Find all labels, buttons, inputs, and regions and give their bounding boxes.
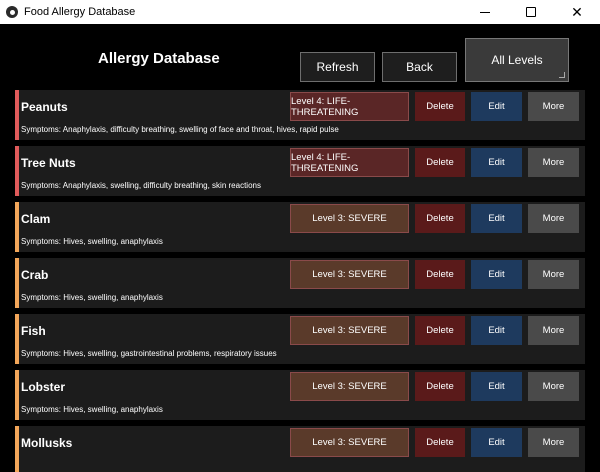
- refresh-button[interactable]: Refresh: [300, 52, 375, 82]
- edit-button[interactable]: Edit: [471, 428, 522, 457]
- allergy-row: Clam Symptoms: Hives, swelling, anaphyla…: [15, 202, 585, 252]
- allergy-name: Clam: [21, 212, 51, 226]
- level-filter-button[interactable]: All Levels: [465, 38, 569, 82]
- resize-grip-icon: [559, 72, 565, 78]
- more-button[interactable]: More: [528, 92, 579, 121]
- delete-button[interactable]: Delete: [415, 260, 465, 289]
- edit-button[interactable]: Edit: [471, 204, 522, 233]
- edit-button[interactable]: Edit: [471, 92, 522, 121]
- allergy-name: Lobster: [21, 380, 66, 394]
- severity-indicator: [15, 426, 19, 472]
- severity-indicator: [15, 370, 19, 420]
- maximize-icon: [526, 7, 536, 17]
- severity-level-button[interactable]: Level 4: LIFE-THREATENING: [290, 148, 409, 177]
- more-button[interactable]: More: [528, 148, 579, 177]
- more-button[interactable]: More: [528, 428, 579, 457]
- allergy-name: Tree Nuts: [21, 156, 76, 170]
- allergy-name: Peanuts: [21, 100, 68, 114]
- minimize-icon: [480, 11, 490, 13]
- more-button[interactable]: More: [528, 372, 579, 401]
- allergy-row: Peanuts Symptoms: Anaphylaxis, difficult…: [15, 90, 585, 140]
- severity-indicator: [15, 146, 19, 196]
- minimize-button[interactable]: [462, 0, 508, 24]
- edit-button[interactable]: Edit: [471, 372, 522, 401]
- severity-level-button[interactable]: Level 3: SEVERE: [290, 204, 409, 233]
- level-filter-label: All Levels: [491, 53, 543, 67]
- back-button[interactable]: Back: [382, 52, 457, 82]
- severity-indicator: [15, 90, 19, 140]
- app-icon: [6, 6, 18, 18]
- more-button[interactable]: More: [528, 260, 579, 289]
- severity-indicator: [15, 202, 19, 252]
- allergy-row: Tree Nuts Symptoms: Anaphylaxis, swellin…: [15, 146, 585, 196]
- close-icon: ✕: [571, 4, 583, 20]
- severity-indicator: [15, 314, 19, 364]
- allergy-symptoms: Symptoms: Anaphylaxis, swelling, difficu…: [21, 181, 261, 190]
- severity-level-button[interactable]: Level 4: LIFE-THREATENING: [290, 92, 409, 121]
- allergy-name: Fish: [21, 324, 46, 338]
- delete-button[interactable]: Delete: [415, 204, 465, 233]
- delete-button[interactable]: Delete: [415, 148, 465, 177]
- window-controls: ✕: [462, 0, 600, 24]
- allergy-list[interactable]: Peanuts Symptoms: Anaphylaxis, difficult…: [15, 90, 585, 472]
- allergy-row: Mollusks Level 3: SEVERE Delete Edit Mor…: [15, 426, 585, 472]
- allergy-symptoms: Symptoms: Anaphylaxis, difficulty breath…: [21, 125, 339, 134]
- more-button[interactable]: More: [528, 204, 579, 233]
- delete-button[interactable]: Delete: [415, 316, 465, 345]
- close-button[interactable]: ✕: [554, 0, 600, 24]
- edit-button[interactable]: Edit: [471, 148, 522, 177]
- severity-level-button[interactable]: Level 3: SEVERE: [290, 428, 409, 457]
- allergy-name: Crab: [21, 268, 49, 282]
- title-bar[interactable]: Food Allergy Database ✕: [0, 0, 600, 24]
- delete-button[interactable]: Delete: [415, 92, 465, 121]
- allergy-symptoms: Symptoms: Hives, swelling, anaphylaxis: [21, 237, 163, 246]
- app-window: Food Allergy Database ✕ Allergy Database…: [0, 0, 600, 472]
- maximize-button[interactable]: [508, 0, 554, 24]
- allergy-symptoms: Symptoms: Hives, swelling, anaphylaxis: [21, 293, 163, 302]
- severity-level-button[interactable]: Level 3: SEVERE: [290, 372, 409, 401]
- window-title: Food Allergy Database: [24, 6, 136, 18]
- allergy-row: Lobster Symptoms: Hives, swelling, anaph…: [15, 370, 585, 420]
- allergy-symptoms: Symptoms: Hives, swelling, anaphylaxis: [21, 405, 163, 414]
- allergy-row: Crab Symptoms: Hives, swelling, anaphyla…: [15, 258, 585, 308]
- edit-button[interactable]: Edit: [471, 316, 522, 345]
- delete-button[interactable]: Delete: [415, 372, 465, 401]
- allergy-symptoms: Symptoms: Hives, swelling, gastrointesti…: [21, 349, 277, 358]
- allergy-name: Mollusks: [21, 436, 73, 450]
- edit-button[interactable]: Edit: [471, 260, 522, 289]
- page-title: Allergy Database: [98, 50, 220, 67]
- delete-button[interactable]: Delete: [415, 428, 465, 457]
- allergy-row: Fish Symptoms: Hives, swelling, gastroin…: [15, 314, 585, 364]
- severity-level-button[interactable]: Level 3: SEVERE: [290, 260, 409, 289]
- severity-level-button[interactable]: Level 3: SEVERE: [290, 316, 409, 345]
- more-button[interactable]: More: [528, 316, 579, 345]
- severity-indicator: [15, 258, 19, 308]
